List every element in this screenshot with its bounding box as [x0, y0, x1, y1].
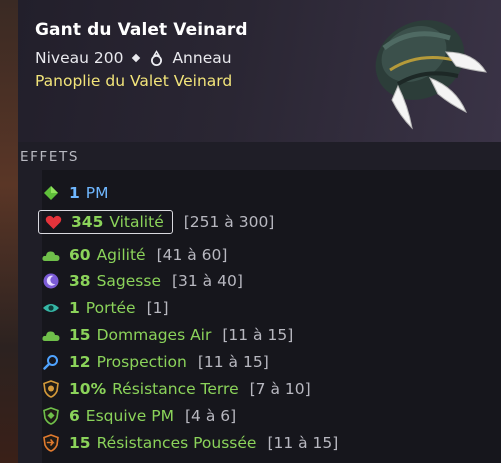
ring-icon [150, 49, 163, 67]
item-name: Gant du Valet Veinard [35, 20, 248, 40]
effect-range: [31 à 40] [171, 272, 243, 290]
effect-range: [11 à 15] [267, 434, 339, 452]
effect-value: 345 [71, 213, 104, 231]
effect-row-range: 1 Portée [1] [42, 296, 169, 320]
eye-range-icon [42, 299, 60, 317]
item-level: Niveau 200 [35, 49, 124, 67]
heart-icon [44, 213, 62, 231]
effect-value: 1 [69, 184, 80, 202]
effect-range: [11 à 15] [197, 353, 269, 371]
effect-range: [11 à 15] [222, 326, 294, 344]
effect-label: PM [85, 184, 109, 202]
background-scene [0, 0, 20, 463]
cloud-agility-icon [42, 246, 60, 264]
effect-value: 15 [69, 434, 91, 452]
item-tooltip: Gant du Valet Veinard Niveau 200 Anneau … [18, 0, 501, 463]
highlighted-effect[interactable]: 345 Vitalité [38, 210, 173, 234]
effect-label: Résistance Terre [112, 380, 239, 398]
tooltip-header: Gant du Valet Veinard Niveau 200 Anneau … [18, 0, 501, 142]
effect-value: 60 [69, 246, 91, 264]
effect-row-air-damage: 15 Dommages Air [11 à 15] [42, 323, 293, 347]
effect-row-prospection: 12 Prospection [11 à 15] [42, 350, 269, 374]
effects-section-title: EFFETS [20, 149, 80, 165]
effect-label: Résistances Poussée [96, 434, 257, 452]
effect-value: 12 [69, 353, 91, 371]
cloud-air-damage-icon [42, 326, 60, 344]
effect-range: [7 à 10] [249, 380, 311, 398]
effect-value: 6 [69, 407, 80, 425]
effect-label: Agilité [96, 246, 146, 264]
effect-row-pm: 1 PM [42, 181, 109, 205]
effect-label: Prospection [96, 353, 187, 371]
effect-value: 38 [69, 272, 91, 290]
separator-diamond-icon [132, 53, 141, 63]
effect-row-vitality[interactable]: 345 Vitalité [251 à 300] [38, 210, 275, 234]
effect-row-wisdom: 38 Sagesse [31 à 40] [42, 269, 243, 293]
effect-label: Esquive PM [85, 407, 174, 425]
effect-label: Sagesse [96, 272, 161, 290]
shield-dodge-pm-icon [42, 407, 60, 425]
effect-range: [1] [146, 299, 169, 317]
effect-row-pushback-resistance: 15 Résistances Poussée [11 à 15] [42, 431, 338, 455]
moon-wisdom-icon [42, 272, 60, 290]
effect-range: [41 à 60] [156, 246, 228, 264]
pm-diamond-icon [42, 184, 60, 202]
effect-value: 1 [69, 299, 80, 317]
shield-pushback-icon [42, 434, 60, 452]
effect-value: 10% [69, 380, 107, 398]
effect-range: [4 à 6] [185, 407, 237, 425]
item-set-link[interactable]: Panoplie du Valet Veinard [35, 72, 232, 90]
effects-list: 1 PM 345 Vitalité [251 à 300] 60 Agilité… [38, 170, 501, 463]
effect-label: Dommages Air [96, 326, 212, 344]
effect-row-agility: 60 Agilité [41 à 60] [42, 243, 227, 267]
item-meta: Niveau 200 Anneau [35, 49, 232, 67]
effect-row-earth-resistance: 10% Résistance Terre [7 à 10] [42, 377, 311, 401]
effect-row-dodge-pm: 6 Esquive PM [4 à 6] [42, 404, 236, 428]
magnifier-prospection-icon [42, 353, 60, 371]
item-type: Anneau [172, 49, 232, 67]
effect-value: 15 [69, 326, 91, 344]
effect-range: [251 à 300] [183, 213, 275, 231]
effect-label: Portée [85, 299, 136, 317]
effect-label: Vitalité [109, 213, 164, 231]
item-image-glove [362, 8, 501, 138]
shield-earth-icon [42, 380, 60, 398]
